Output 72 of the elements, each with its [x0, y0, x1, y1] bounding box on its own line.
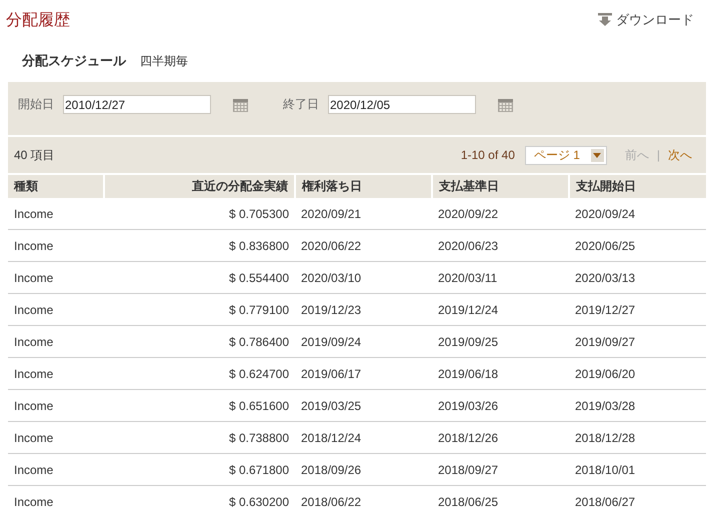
table-cell: $ 0.651600 [104, 390, 295, 422]
table-cell: 2020/09/24 [569, 198, 706, 230]
table-cell: 2018/12/24 [295, 422, 432, 454]
table-cell: 2018/06/25 [432, 486, 569, 516]
page-range: 1-10 of 40 [460, 148, 515, 162]
table-cell: Income [8, 326, 104, 358]
page-title: 分配履歴 [6, 10, 70, 30]
table-cell: 2020/03/10 [295, 262, 432, 294]
table-cell: Income [8, 358, 104, 390]
page-select[interactable]: ページ 1 [524, 146, 607, 164]
table-cell: 2019/06/20 [569, 358, 706, 390]
table-cell: 2018/06/22 [295, 486, 432, 516]
next-link[interactable]: 次へ [668, 146, 692, 164]
table-cell: 2018/09/27 [432, 454, 569, 486]
table-cell: $ 0.836800 [104, 230, 295, 262]
table-cell: 2020/06/25 [569, 230, 706, 262]
table-cell: $ 0.630200 [104, 486, 295, 516]
table-cell: $ 0.671800 [104, 454, 295, 486]
column-header[interactable]: 支払基準日 [432, 175, 569, 198]
table-cell: $ 0.554400 [104, 262, 295, 294]
table-cell: $ 0.738800 [104, 422, 295, 454]
table-cell: 2019/12/24 [432, 294, 569, 326]
table-cell: 2020/03/11 [432, 262, 569, 294]
table-cell: 2018/10/01 [569, 454, 706, 486]
column-header[interactable]: 直近の分配金実績 [104, 175, 295, 198]
table-cell: 2020/09/22 [432, 198, 569, 230]
date-label: 開始日 [18, 96, 55, 113]
download-icon [598, 13, 612, 27]
column-header[interactable]: 支払開始日 [569, 175, 706, 198]
download-link[interactable]: ダウンロード [598, 11, 694, 29]
table-cell: Income [8, 262, 104, 294]
table-cell: 2018/06/27 [569, 486, 706, 516]
item-count: 40 項目 [14, 146, 55, 164]
table-cell: Income [8, 454, 104, 486]
table-cell: $ 0.705300 [104, 198, 295, 230]
date-field[interactable]: 2010/12/27 [63, 95, 211, 114]
date-field[interactable]: 2020/12/05 [328, 95, 476, 114]
table-cell: 2020/06/22 [295, 230, 432, 262]
schedule-value: 四半期毎 [140, 52, 188, 70]
table-cell: Income [8, 198, 104, 230]
table-cell: 2020/03/13 [569, 262, 706, 294]
date-label: 終了日 [283, 96, 320, 113]
table-cell: 2019/09/27 [569, 326, 706, 358]
table-cell: 2018/09/26 [295, 454, 432, 486]
table-cell: Income [8, 390, 104, 422]
calendar-icon[interactable] [498, 98, 513, 112]
table-cell: Income [8, 294, 104, 326]
table-cell: $ 0.624700 [104, 358, 295, 390]
column-header[interactable]: 種類 [8, 175, 104, 198]
caret-icon [593, 152, 602, 158]
table-cell: $ 0.779100 [104, 294, 295, 326]
table-cell: Income [8, 422, 104, 454]
table-cell: 2019/06/17 [295, 358, 432, 390]
table-cell: 2019/03/26 [432, 390, 569, 422]
table-cell: 2019/03/25 [295, 390, 432, 422]
table-cell: 2019/06/18 [432, 358, 569, 390]
table-cell: Income [8, 486, 104, 516]
table-cell: Income [8, 230, 104, 262]
table-cell: 2019/03/28 [569, 390, 706, 422]
table-cell: 2019/12/23 [295, 294, 432, 326]
separator: | [656, 148, 660, 162]
table-cell: 2020/06/23 [432, 230, 569, 262]
calendar-icon[interactable] [233, 98, 248, 112]
table-cell: 2019/09/25 [432, 326, 569, 358]
table-cell: 2019/12/27 [569, 294, 706, 326]
table-cell: 2018/12/26 [432, 422, 569, 454]
column-header[interactable]: 権利落ち日 [295, 175, 432, 198]
table-cell: $ 0.786400 [104, 326, 295, 358]
table-cell: 2019/09/24 [295, 326, 432, 358]
table-cell: 2020/09/21 [295, 198, 432, 230]
schedule-label: 分配スケジュール [22, 52, 126, 70]
table-cell: 2018/12/28 [569, 422, 706, 454]
